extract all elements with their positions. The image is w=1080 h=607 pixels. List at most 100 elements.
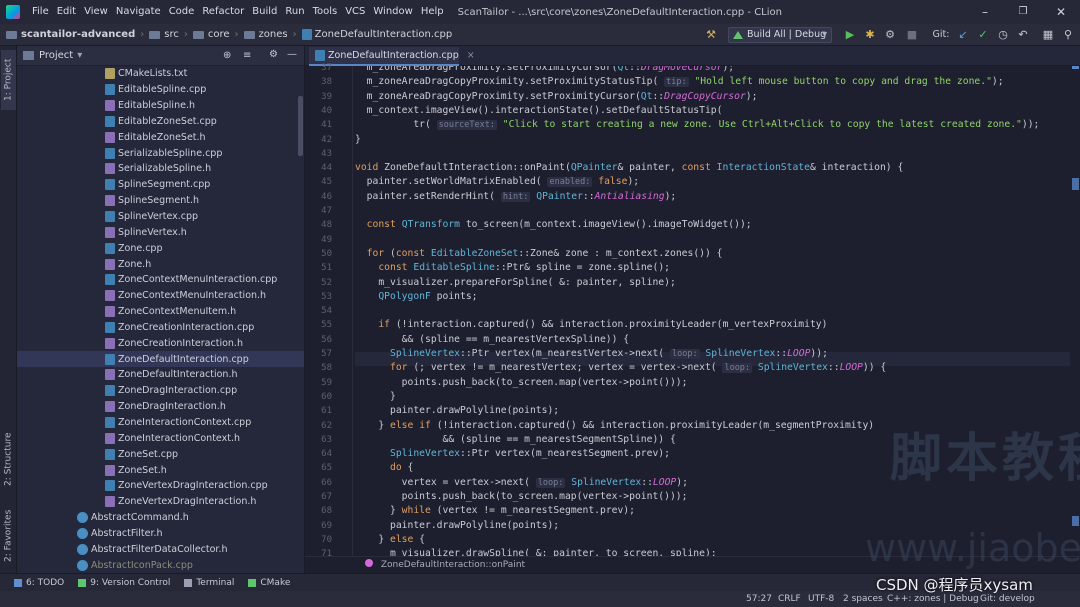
code-line[interactable]: m_zoneAreaDragCopyProximity.setProximity…	[355, 90, 758, 104]
tree-item[interactable]: EditableSpline.h	[17, 98, 304, 114]
minimize-button[interactable]: –	[966, 0, 1004, 24]
code-line[interactable]: vertex = vertex->next( loop: SplineVerte…	[355, 476, 688, 490]
code-line[interactable]: painter.setWorldMatrixEnabled( enabled: …	[355, 175, 639, 189]
tree-item[interactable]: AbstractFilter.h	[17, 525, 304, 541]
coverage-icon[interactable]: ⚙	[882, 27, 898, 43]
project-structure-icon[interactable]: ▦	[1040, 27, 1056, 43]
code-line[interactable]: painter.drawPolyline(points);	[355, 519, 559, 533]
code-line[interactable]: }	[355, 390, 396, 404]
menu-file[interactable]: File	[28, 0, 53, 24]
code-line[interactable]: if (!interaction.captured() && interacti…	[355, 318, 827, 332]
menu-vcs[interactable]: VCS	[341, 0, 369, 24]
tree-item[interactable]: ZoneContextMenuItem.h	[17, 304, 304, 320]
tree-item[interactable]: Zone.cpp	[17, 240, 304, 256]
code-line[interactable]: SplineVertex::Ptr vertex(m_nearestSegmen…	[355, 447, 670, 461]
tree-item[interactable]: ZoneSet.cpp	[17, 446, 304, 462]
tree-item[interactable]: SplineSegment.h	[17, 193, 304, 209]
caret-marker[interactable]	[1072, 178, 1079, 190]
breadcrumb-item[interactable]: zones	[243, 29, 288, 40]
breadcrumb-item[interactable]: ZoneDefaultInteraction.cpp	[301, 29, 452, 40]
menu-navigate[interactable]: Navigate	[112, 0, 165, 24]
stop-icon[interactable]: ■	[904, 27, 920, 43]
line-separator[interactable]: CRLF	[778, 591, 801, 607]
locate-icon[interactable]: ⊕	[223, 50, 231, 61]
favorites-tool-tab[interactable]: 2: Favorites	[1, 501, 16, 571]
history-icon[interactable]: ◷	[995, 27, 1011, 43]
code-line[interactable]: m_zoneAreaDragCopyProximity.setProximity…	[355, 75, 1004, 89]
menu-edit[interactable]: Edit	[53, 0, 80, 24]
menu-code[interactable]: Code	[165, 0, 199, 24]
tree-item[interactable]: EditableSpline.cpp	[17, 82, 304, 98]
usage-marker[interactable]	[1072, 516, 1079, 526]
code-line[interactable]: SplineVertex::Ptr vertex(m_nearestVertex…	[355, 347, 828, 361]
code-line[interactable]: m_context.imageView().interactionState()…	[355, 104, 723, 118]
code-line[interactable]: } else {	[355, 533, 425, 547]
code-line[interactable]: const QTransform to_screen(m_context.ima…	[355, 218, 752, 232]
tree-item[interactable]: ZoneDragInteraction.cpp	[17, 383, 304, 399]
collapse-icon[interactable]: ≡	[243, 50, 251, 61]
code-line[interactable]: for (; vertex != m_nearestVertex; vertex…	[355, 361, 886, 375]
tree-item[interactable]: ZoneInteractionContext.cpp	[17, 415, 304, 431]
code-line[interactable]: }	[355, 133, 361, 147]
tree-item[interactable]: AbstractCommand.h	[17, 510, 304, 526]
code-line[interactable]: } while (vertex != m_nearestSegment.prev…	[355, 504, 635, 518]
code-line[interactable]: points.push_back(to_screen.map(vertex->p…	[355, 376, 688, 390]
menu-tools[interactable]: Tools	[309, 0, 342, 24]
tree-item[interactable]: EditableZoneSet.h	[17, 129, 304, 145]
tree-item[interactable]: SplineVertex.h	[17, 224, 304, 240]
code-line[interactable]: const EditableSpline::Ptr& spline = zone…	[355, 261, 670, 275]
tree-item[interactable]: ZoneContextMenuInteraction.cpp	[17, 272, 304, 288]
tree-item[interactable]: Zone.h	[17, 256, 304, 272]
code-line[interactable]: m_visualizer.drawSpline( &: painter, to_…	[355, 547, 717, 556]
code-line[interactable]: painter.setRenderHint( hint: QPainter::A…	[355, 190, 676, 204]
close-window-button[interactable]: ✕	[1042, 0, 1080, 24]
tree-item[interactable]: ZoneSet.h	[17, 462, 304, 478]
tree-item[interactable]: SplineVertex.cpp	[17, 209, 304, 225]
file-encoding[interactable]: UTF-8	[808, 591, 834, 607]
code-line[interactable]: } else if (!interaction.captured() && in…	[355, 419, 874, 433]
chevron-down-icon[interactable]: ▾	[77, 50, 82, 61]
tree-item[interactable]: ZoneContextMenuInteraction.h	[17, 288, 304, 304]
revert-icon[interactable]: ↶	[1015, 27, 1031, 43]
menu-run[interactable]: Run	[281, 0, 308, 24]
vcs-commit-icon[interactable]: ✓	[975, 27, 991, 43]
code-line[interactable]: painter.drawPolyline(points);	[355, 404, 559, 418]
tree-item[interactable]: SplineSegment.cpp	[17, 177, 304, 193]
vcs-update-icon[interactable]: ↙	[955, 27, 971, 43]
code-line[interactable]: do {	[355, 461, 413, 475]
code-line[interactable]: QPolygonF points;	[355, 290, 477, 304]
tree-item[interactable]: ZoneDragInteraction.h	[17, 399, 304, 415]
tree-item[interactable]: ZoneDefaultInteraction.h	[17, 367, 304, 383]
tree-item[interactable]: EditableZoneSet.cpp	[17, 114, 304, 130]
code-line[interactable]: points.push_back(to_screen.map(vertex->p…	[355, 490, 688, 504]
tree-item[interactable]: SerializableSpline.h	[17, 161, 304, 177]
tree-item[interactable]: ZoneDefaultInteraction.cpp	[17, 351, 304, 368]
breadcrumb-item[interactable]: core	[192, 29, 230, 40]
hammer-icon[interactable]: ⚒	[703, 27, 719, 43]
tree-item[interactable]: ZoneCreationInteraction.cpp	[17, 320, 304, 336]
project-panel-title[interactable]: Project	[39, 50, 73, 61]
maximize-button[interactable]: ❐	[1004, 0, 1042, 24]
hide-panel-icon[interactable]: —	[287, 49, 297, 60]
close-icon[interactable]: ×	[467, 50, 475, 61]
tree-item[interactable]: ZoneInteractionContext.h	[17, 430, 304, 446]
tool-window-cmake[interactable]: CMake	[248, 578, 290, 588]
project-tool-tab[interactable]: 1: Project	[1, 50, 16, 110]
tree-item[interactable]: CMakeLists.txt	[17, 66, 304, 82]
menu-help[interactable]: Help	[417, 0, 448, 24]
menu-window[interactable]: Window	[369, 0, 416, 24]
tool-window-9-version-control[interactable]: 9: Version Control	[78, 578, 170, 588]
caret-position[interactable]: 57:27	[746, 591, 772, 607]
code-line[interactable]: && (spline == m_nearestVertexSpline)) {	[355, 333, 629, 347]
tree-item[interactable]: AbstractIconPack.cpp	[17, 557, 304, 573]
scroll-thumb[interactable]	[1072, 66, 1079, 69]
menu-refactor[interactable]: Refactor	[198, 0, 248, 24]
menu-build[interactable]: Build	[248, 0, 281, 24]
tree-item[interactable]: ZoneCreationInteraction.h	[17, 335, 304, 351]
tree-item[interactable]: SerializableSpline.cpp	[17, 145, 304, 161]
breadcrumb-item[interactable]: src	[149, 29, 179, 40]
code-line[interactable]: void ZoneDefaultInteraction::onPaint(QPa…	[355, 161, 903, 175]
tree-item[interactable]: ZoneVertexDragInteraction.h	[17, 494, 304, 510]
code-line[interactable]: tr( sourceText: "Click to start creating…	[355, 118, 1039, 132]
menu-view[interactable]: View	[80, 0, 112, 24]
